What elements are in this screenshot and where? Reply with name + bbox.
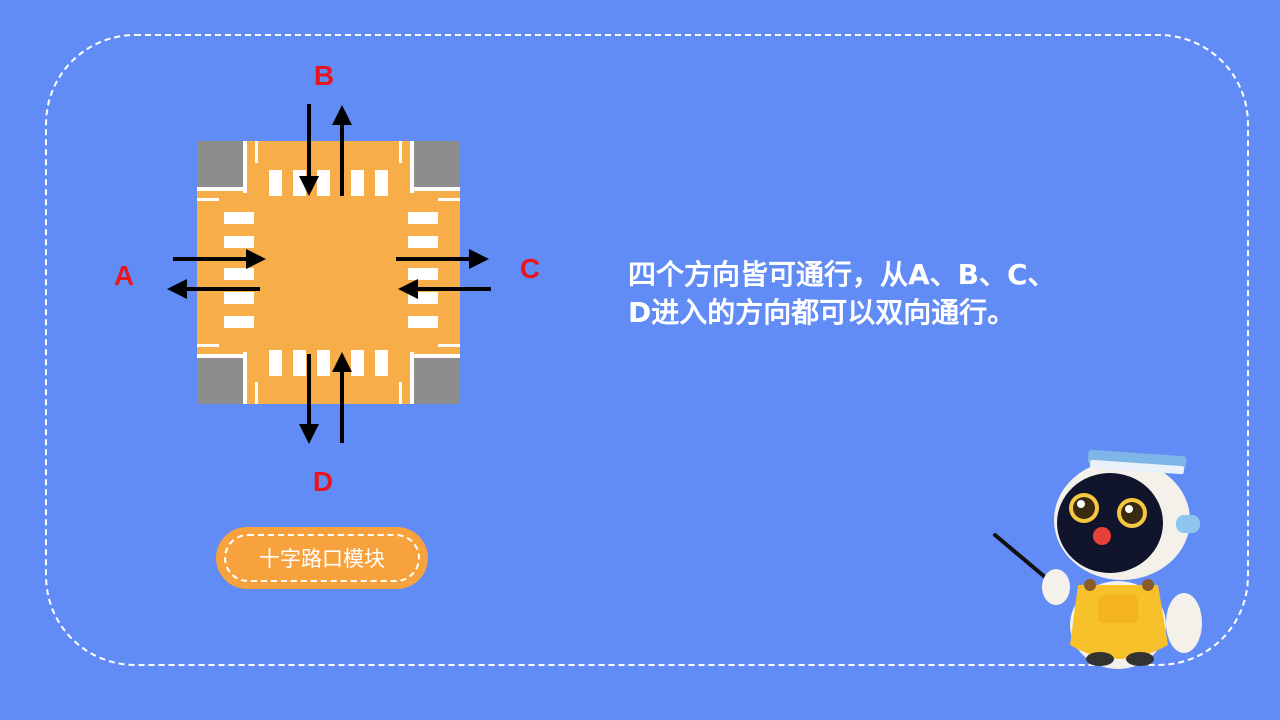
label-c: C (520, 253, 540, 284)
label-d: D (313, 466, 333, 497)
label-a: A (114, 260, 134, 291)
corner-bottom-right (414, 358, 460, 404)
robot-mascot-icon (993, 449, 1202, 669)
description-line-1: 四个方向皆可通行，从A、B、C、 (628, 258, 1056, 291)
corner-bottom-left (197, 358, 243, 404)
intersection-module-button[interactable]: 十字路口模块 (216, 527, 428, 589)
description-line-2: D进入的方向都可以双向通行。 (628, 296, 1016, 329)
label-b: B (314, 60, 334, 91)
corner-top-right (414, 141, 460, 187)
intersection-module-label: 十字路口模块 (224, 534, 420, 582)
corner-top-left (197, 141, 243, 187)
description-text: 四个方向皆可通行，从A、B、C、 D进入的方向都可以双向通行。 (628, 256, 1148, 332)
